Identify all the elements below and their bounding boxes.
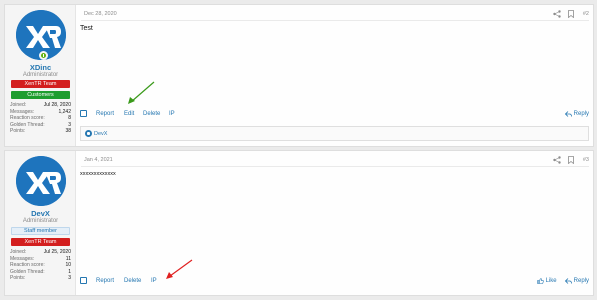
stat-label: Points: bbox=[10, 275, 26, 282]
like-reaction-icon bbox=[85, 130, 92, 137]
post-date[interactable]: Jan 4, 2021 bbox=[84, 157, 113, 163]
username[interactable]: XDinc bbox=[5, 63, 76, 72]
post-attribution: Dec 28, 2020 #2 bbox=[81, 8, 589, 21]
stat-value: 1 bbox=[68, 268, 71, 275]
stat-row: Joined: Jul 28, 2020 bbox=[10, 102, 71, 109]
stat-label: Messages: bbox=[10, 108, 35, 115]
delete-link[interactable]: Delete bbox=[124, 278, 141, 284]
reply-button[interactable]: Reply bbox=[564, 111, 589, 117]
user-title: Administrator bbox=[22, 218, 59, 224]
bookmark-icon[interactable] bbox=[568, 156, 574, 164]
user-banner-xentr-team: XenTR Team bbox=[11, 238, 70, 246]
stat-value: 38 bbox=[65, 128, 71, 135]
user-banner-customers: Customers bbox=[11, 91, 70, 99]
user-cell: DevX Administrator Staff member XenTR Te… bbox=[5, 151, 76, 295]
stat-label: Reaction score: bbox=[10, 115, 45, 122]
user-banner-xentr-team: XenTR Team bbox=[11, 80, 70, 88]
share-icon[interactable] bbox=[553, 10, 561, 18]
stat-row: Golden Thread: 1 bbox=[10, 269, 71, 276]
post-date[interactable]: Dec 28, 2020 bbox=[84, 11, 117, 17]
stat-value: 3 bbox=[68, 121, 71, 128]
thumbs-up-icon bbox=[536, 278, 544, 284]
report-link[interactable]: Report bbox=[96, 111, 114, 117]
post-content: Dec 28, 2020 #2 Test Report Edit Delete … bbox=[77, 5, 593, 146]
stat-row: Messages: 11 bbox=[10, 256, 71, 263]
stat-value: 8 bbox=[68, 115, 71, 122]
user-title: Administrator bbox=[22, 72, 59, 78]
stat-row: Golden Thread: 3 bbox=[10, 122, 71, 129]
reply-label: Reply bbox=[573, 278, 589, 284]
stat-row: Points: 3 bbox=[10, 275, 71, 282]
stat-value: 1,242 bbox=[58, 108, 71, 115]
post-reply-actions: Like Reply bbox=[536, 278, 589, 284]
user-stats: Joined: Jul 25, 2020 Messages: 11 Reaction… bbox=[10, 249, 71, 282]
select-checkbox[interactable] bbox=[80, 110, 87, 117]
reactions-bar[interactable]: DevX bbox=[80, 126, 589, 141]
report-link[interactable]: Report bbox=[96, 278, 114, 284]
post-3: DevX Administrator Staff member XenTR Te… bbox=[4, 150, 594, 296]
stat-row: Joined: Jul 25, 2020 bbox=[10, 249, 71, 256]
stat-row: Reaction score: 10 bbox=[10, 262, 71, 269]
user-cell: XDinc Administrator XenTR Team Customers… bbox=[5, 5, 76, 146]
username[interactable]: DevX bbox=[5, 209, 76, 218]
stat-label: Joined: bbox=[10, 102, 27, 108]
post-actions: Report Edit Delete IP Reply bbox=[80, 108, 589, 120]
ip-link[interactable]: IP bbox=[169, 111, 175, 117]
post-number[interactable]: #3 bbox=[583, 157, 589, 163]
post-body: xxxxxxxxxxxxx bbox=[80, 171, 116, 177]
online-status-icon bbox=[39, 51, 48, 60]
like-label: Like bbox=[545, 278, 557, 284]
share-icon[interactable] bbox=[553, 156, 561, 164]
reply-icon bbox=[564, 278, 572, 284]
post-attribution: Jan 4, 2021 #3 bbox=[81, 154, 589, 167]
select-checkbox[interactable] bbox=[80, 277, 87, 284]
stat-label: Points: bbox=[10, 128, 26, 135]
delete-link[interactable]: Delete bbox=[143, 111, 160, 117]
stat-label: Reaction score: bbox=[10, 262, 45, 269]
reply-label: Reply bbox=[573, 111, 589, 117]
user-stats: Joined: Jul 28, 2020 Messages: 1,242 React… bbox=[10, 102, 71, 135]
post-2: XDinc Administrator XenTR Team Customers… bbox=[4, 4, 594, 147]
green-annotation-arrow bbox=[128, 81, 155, 104]
stat-label: Messages: bbox=[10, 255, 35, 262]
ip-link[interactable]: IP bbox=[151, 278, 157, 284]
stat-row: Messages: 1,242 bbox=[10, 109, 71, 116]
stat-value: 11 bbox=[65, 255, 71, 262]
post-content: Jan 4, 2021 #3 xxxxxxxxxxxxx Report Dele… bbox=[77, 151, 593, 295]
post-body: Test bbox=[80, 25, 93, 32]
red-annotation-arrow bbox=[166, 259, 193, 279]
stat-row: Points: 38 bbox=[10, 128, 71, 135]
reply-icon bbox=[564, 111, 572, 117]
bookmark-icon[interactable] bbox=[568, 10, 574, 18]
avatar[interactable] bbox=[16, 156, 66, 206]
staff-member-badge: Staff member bbox=[11, 227, 70, 235]
stat-value: 10 bbox=[65, 262, 71, 269]
reply-button[interactable]: Reply bbox=[564, 278, 589, 284]
stat-label: Golden Thread: bbox=[10, 268, 45, 275]
like-button[interactable]: Like bbox=[536, 278, 557, 284]
stat-row: Reaction score: 8 bbox=[10, 115, 71, 122]
stat-value: 3 bbox=[68, 275, 71, 282]
stat-value: Jul 25, 2020 bbox=[43, 249, 71, 255]
edit-link[interactable]: Edit bbox=[124, 111, 134, 117]
stat-label: Joined: bbox=[10, 249, 27, 255]
reaction-user[interactable]: DevX bbox=[94, 131, 107, 137]
post-actions: Report Delete IP Like Reply bbox=[80, 275, 589, 287]
stat-label: Golden Thread: bbox=[10, 121, 45, 128]
stat-value: Jul 28, 2020 bbox=[43, 102, 71, 108]
post-number[interactable]: #2 bbox=[583, 11, 589, 17]
